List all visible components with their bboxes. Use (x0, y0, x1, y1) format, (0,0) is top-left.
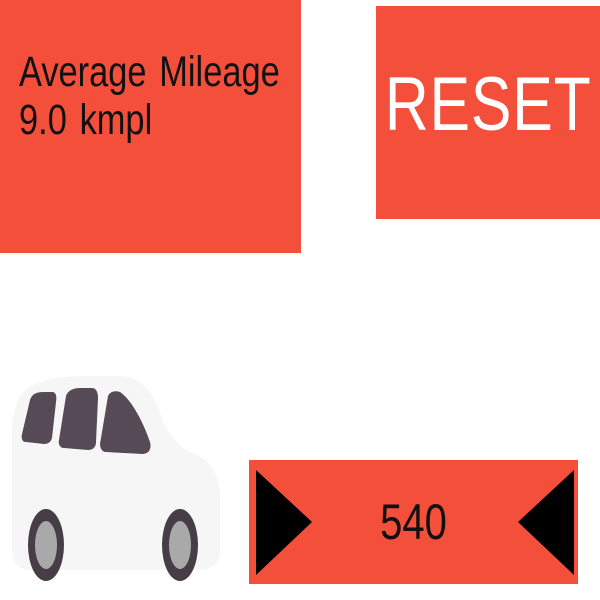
reset-button[interactable]: RESET (376, 6, 600, 219)
left-triangle-icon[interactable] (518, 470, 574, 575)
counter-control: 540 (249, 460, 578, 584)
reset-button-label: RESET (384, 62, 592, 147)
mileage-value: 9.0 kmpl (19, 96, 153, 144)
average-mileage-panel: Average Mileage 9.0 kmpl (0, 0, 301, 253)
car-icon (12, 376, 220, 581)
counter-value: 540 (380, 494, 447, 550)
front-hubcap (169, 521, 191, 569)
rear-hubcap (35, 521, 57, 569)
right-triangle-icon[interactable] (256, 470, 312, 575)
mileage-label: Average Mileage (19, 48, 280, 96)
app-screen: Average Mileage 9.0 kmpl RESET 540 (0, 0, 600, 600)
